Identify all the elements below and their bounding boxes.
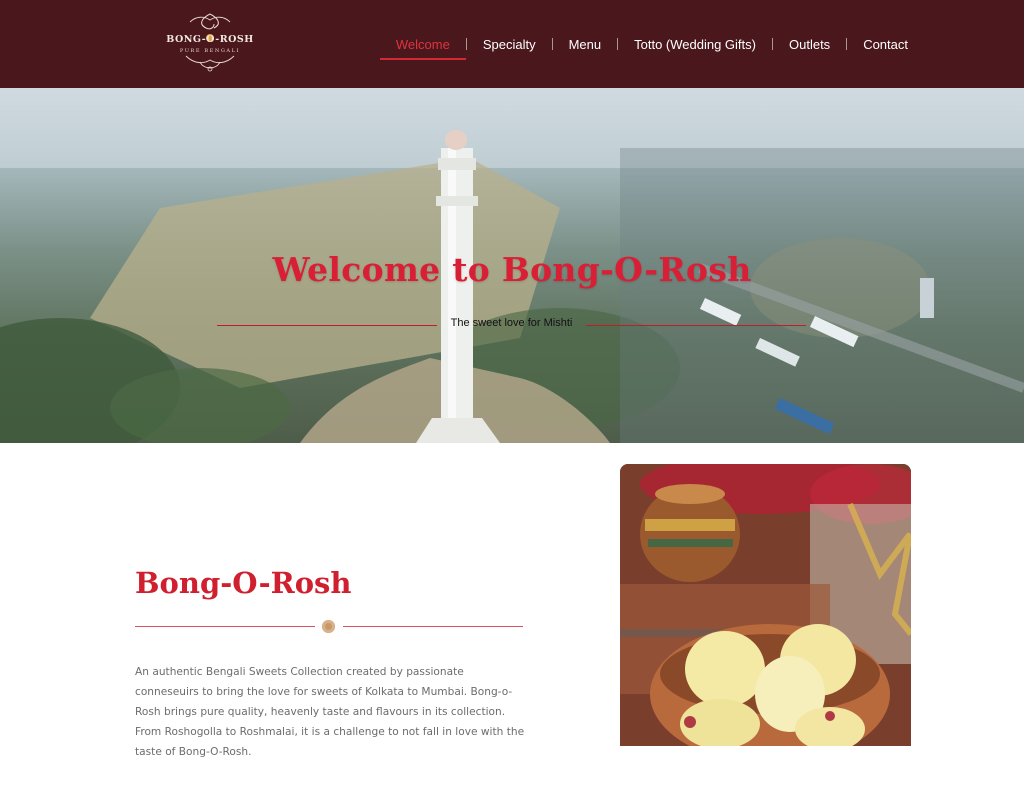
sweets-photo [620,464,911,746]
site-header: BONG-O-ROSH PURE BENGALI Welcome Special… [0,0,1024,88]
about-description: An authentic Bengali Sweets Collection c… [135,666,525,758]
hero-title: Welcome to Bong-O-Rosh [272,250,752,289]
hero-divider-left [217,325,437,326]
nav-item-specialty[interactable]: Specialty [467,0,552,88]
nav-item-welcome[interactable]: Welcome [379,0,466,88]
hero-tagline: The sweet love for Mishti [450,317,573,329]
about-divider-right [343,626,523,627]
sandesh-bowl-image [620,464,911,746]
nav-item-menu[interactable]: Menu [553,0,618,88]
about-divider-left [135,626,315,627]
brand-logo[interactable]: BONG-O-ROSH PURE BENGALI [160,10,260,74]
nav-item-wedding-gifts[interactable]: Totto (Wedding Gifts) [618,0,772,88]
about-title: Bong-O-Rosh [135,566,352,600]
divider-ornament-icon [322,620,335,633]
nav-item-outlets[interactable]: Outlets [773,0,846,88]
logo-subtext: PURE BENGALI [179,48,241,54]
hero-divider-right [586,325,806,326]
nav-item-contact[interactable]: Contact [847,0,924,88]
logo-text: BONG-O-ROSH [166,34,254,45]
main-nav: Welcome Specialty Menu Totto (Wedding Gi… [379,0,924,88]
hero-banner: Welcome to Bong-O-Rosh The sweet love fo… [0,88,1024,443]
